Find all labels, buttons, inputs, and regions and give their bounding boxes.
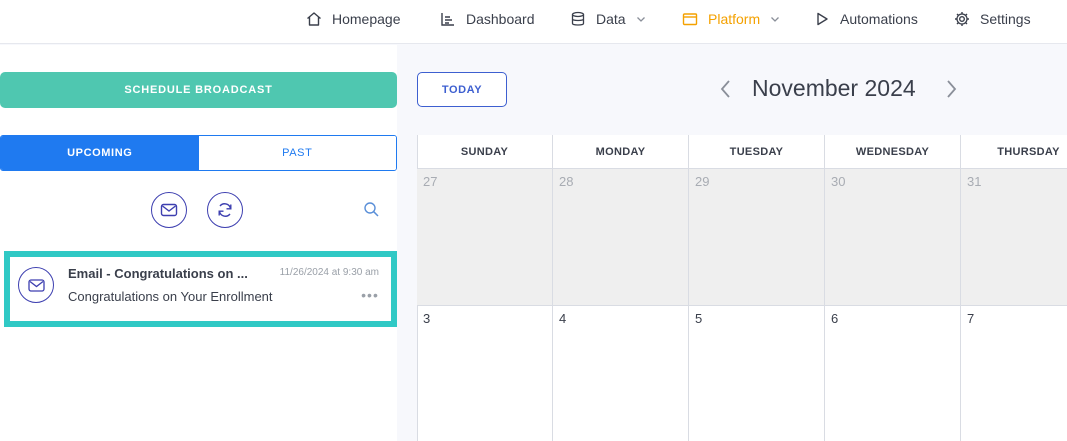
nav-homepage-label: Homepage [332, 10, 401, 27]
day-number: 29 [695, 174, 710, 189]
search-icon [363, 201, 380, 218]
calendar-grid: SUNDAY MONDAY TUESDAY WEDNESDAY THURSDAY 27 28… [417, 135, 1067, 441]
day-number: 27 [423, 174, 438, 189]
nav-dashboard[interactable]: Dashboard [439, 0, 535, 37]
day-number: 3 [423, 311, 431, 326]
search-button[interactable] [362, 200, 380, 218]
weekday-header: SUNDAY [417, 135, 553, 169]
nav-settings[interactable]: Settings [953, 0, 1031, 37]
top-nav: Homepage Dashboard Data Platform Automat… [0, 0, 1067, 44]
weekday-header: MONDAY [553, 135, 689, 169]
calendar-day-cell[interactable]: 4 [553, 306, 689, 441]
calendar-day-cell[interactable]: 29 [689, 169, 825, 306]
refresh-icon [216, 201, 234, 219]
chevron-left-icon [720, 79, 732, 99]
message-subject: Congratulations on Your Enrollment [68, 289, 273, 304]
chevron-right-icon [945, 79, 957, 99]
folder-icon [681, 10, 699, 28]
nav-settings-label: Settings [980, 10, 1031, 27]
next-month-button[interactable] [939, 76, 963, 102]
refresh-button[interactable] [207, 192, 243, 228]
day-number: 30 [831, 174, 846, 189]
play-icon [813, 10, 831, 28]
day-number: 28 [559, 174, 574, 189]
chevron-down-icon [636, 14, 646, 24]
nav-data-label: Data [596, 10, 626, 27]
chevron-down-icon [770, 14, 780, 24]
broadcast-sidebar: SCHEDULE BROADCAST UPCOMING PAST Email -… [0, 45, 397, 441]
nav-data[interactable]: Data [569, 0, 646, 37]
calendar-day-cell[interactable]: 28 [553, 169, 689, 306]
day-number: 4 [559, 311, 567, 326]
message-title: Email - Congratulations on ... [68, 266, 248, 281]
nav-homepage[interactable]: Homepage [305, 0, 401, 37]
nav-automations[interactable]: Automations [813, 0, 918, 37]
day-number: 5 [695, 311, 703, 326]
home-icon [305, 10, 323, 28]
nav-platform[interactable]: Platform [681, 0, 780, 37]
envelope-icon [160, 203, 178, 217]
calendar-day-cell[interactable]: 5 [689, 306, 825, 441]
broadcast-message-card[interactable]: Email - Congratulations on ... 11/26/202… [4, 251, 397, 327]
nav-dashboard-label: Dashboard [466, 10, 535, 27]
calendar-day-cell[interactable]: 30 [825, 169, 961, 306]
message-date: 11/26/2024 at 9:30 am [279, 267, 379, 278]
day-number: 7 [967, 311, 975, 326]
nav-platform-label: Platform [708, 10, 761, 27]
day-number: 31 [967, 174, 982, 189]
message-avatar [18, 267, 54, 303]
prev-month-button[interactable] [714, 76, 738, 102]
month-title: November 2024 [752, 75, 916, 101]
tab-past[interactable]: PAST [198, 136, 396, 170]
broadcast-tabs: UPCOMING PAST [0, 135, 397, 171]
weekday-header: THURSDAY [961, 135, 1067, 169]
weekday-header: TUESDAY [689, 135, 825, 169]
email-filter-button[interactable] [151, 192, 187, 228]
calendar-day-cell[interactable]: 7 [961, 306, 1067, 441]
day-number: 6 [831, 311, 839, 326]
schedule-broadcast-button[interactable]: SCHEDULE BROADCAST [0, 72, 397, 108]
calendar-day-cell[interactable]: 3 [417, 306, 553, 441]
nav-automations-label: Automations [840, 10, 918, 27]
calendar-day-cell[interactable]: 27 [417, 169, 553, 306]
weekday-header: WEDNESDAY [825, 135, 961, 169]
dashboard-icon [439, 10, 457, 28]
more-options-icon[interactable]: ••• [357, 287, 383, 303]
tab-upcoming[interactable]: UPCOMING [1, 136, 199, 170]
envelope-icon [27, 278, 45, 292]
calendar-day-cell[interactable]: 6 [825, 306, 961, 441]
database-icon [569, 10, 587, 28]
today-button[interactable]: TODAY [417, 72, 507, 107]
gear-icon [953, 10, 971, 28]
calendar-day-cell[interactable]: 31 [961, 169, 1067, 306]
